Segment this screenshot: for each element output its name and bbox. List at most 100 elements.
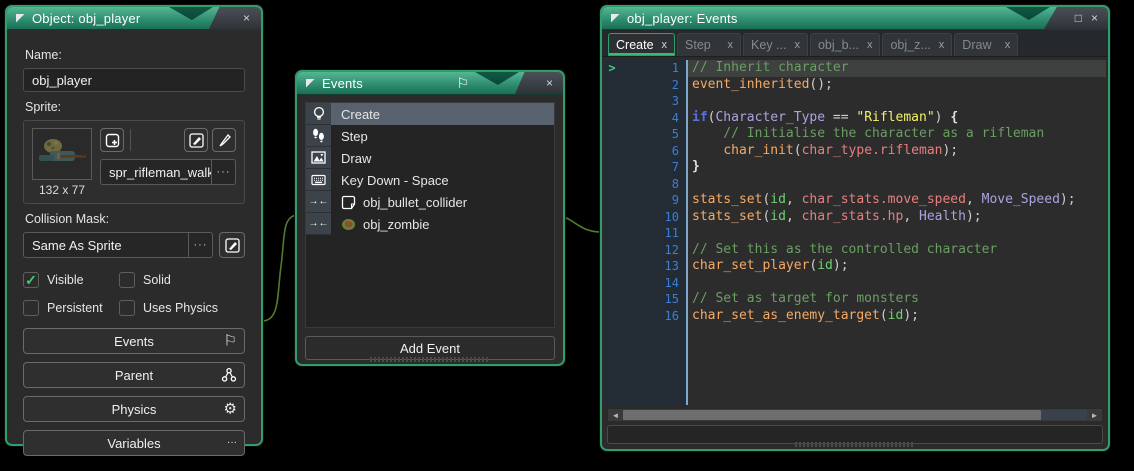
gutter-line[interactable]: 6 [604, 143, 686, 160]
code-line-4[interactable]: if(Character_Type == "Rifleman") { [688, 110, 1106, 127]
checkbox-box[interactable] [119, 272, 135, 288]
keyboard-icon [306, 169, 331, 191]
tab-step[interactable]: Step x [677, 33, 742, 56]
checkbox-box[interactable] [23, 300, 39, 316]
gutter-line[interactable]: 14 [604, 275, 686, 292]
gutter-line[interactable]: 15 [604, 291, 686, 308]
footsteps-icon [306, 125, 331, 147]
code-line-1[interactable]: // Inherit character [688, 60, 1106, 77]
gutter-line[interactable]: 13 [604, 258, 686, 275]
gutter-line[interactable]: 9 [604, 192, 686, 209]
open-image-editor-button[interactable] [212, 128, 236, 152]
maximize-icon[interactable]: □ [1075, 12, 1082, 24]
event-label-area: obj_zombie [331, 213, 554, 235]
checkbox-visible[interactable]: ✓ Visible [23, 272, 119, 288]
code-line-5[interactable]: // Initialise the character as a riflema… [688, 126, 1106, 143]
gutter-line[interactable]: 10 [604, 209, 686, 226]
tab-close-icon[interactable]: x [1005, 39, 1011, 51]
checkbox-box[interactable]: ✓ [23, 272, 39, 288]
code-window-titlebar[interactable]: obj_player: Events □ × [602, 7, 1108, 30]
collapse-triangle-icon[interactable] [306, 78, 315, 88]
event-item-obj-bullet-collider[interactable]: →← obj_bullet_collider [306, 191, 554, 213]
code-line-11[interactable] [688, 225, 1106, 242]
code-line-2[interactable]: event_inherited(); [688, 77, 1106, 94]
events-window-titlebar[interactable]: Events ⚐ × [297, 72, 563, 95]
tab-obj-b-[interactable]: obj_b... x [809, 33, 881, 56]
code-line-8[interactable] [688, 176, 1106, 193]
gutter-line[interactable]: 7 [604, 159, 686, 176]
gutter-line[interactable]: 2 [604, 77, 686, 94]
event-item-step[interactable]: Step [306, 125, 554, 147]
object-window-titlebar[interactable]: Object: obj_player × [7, 7, 261, 30]
tab-obj-z-[interactable]: obj_z... x [882, 33, 953, 56]
resize-grip[interactable] [795, 442, 915, 447]
events-button[interactable]: Events ⚐ [23, 328, 245, 354]
resize-grip[interactable] [370, 357, 490, 362]
tab-close-icon[interactable]: x [867, 39, 873, 51]
tab-close-icon[interactable]: x [662, 39, 668, 51]
code-token: ); [942, 142, 959, 158]
code-line-16[interactable]: char_set_as_enemy_target(id); [688, 308, 1106, 325]
collision-mask-picker-button[interactable]: ··· [188, 233, 212, 257]
scroll-left-icon[interactable]: ◄ [608, 409, 623, 421]
button-label: Physics [111, 401, 157, 417]
code-line-15[interactable]: // Set as target for monsters [688, 291, 1106, 308]
code-line-14[interactable] [688, 275, 1106, 292]
sprite-picker-button[interactable]: ··· [211, 160, 235, 184]
collapse-triangle-icon[interactable] [611, 13, 620, 23]
checkbox-persistent[interactable]: Persistent [23, 300, 119, 316]
tab-key-[interactable]: Key ... x [743, 33, 808, 56]
physics-button[interactable]: Physics ⚙ [23, 396, 245, 422]
event-label-area: Step [331, 125, 554, 147]
close-icon[interactable]: × [546, 77, 553, 89]
new-sprite-button[interactable] [100, 128, 124, 152]
checkbox-box[interactable] [119, 300, 135, 316]
gutter-line[interactable]: 12 [604, 242, 686, 259]
scrollbar-track-remainder[interactable] [1041, 410, 1087, 420]
close-icon[interactable]: × [1091, 12, 1098, 24]
code-editor[interactable]: >1 2 3 4 5 6 7 8 9 10 11 12 13 14 15 16 // Inherit char… [604, 60, 1106, 405]
gutter-line[interactable]: >1 [604, 60, 686, 77]
gutter-line[interactable]: 16 [604, 308, 686, 325]
gutter-line[interactable]: 8 [604, 176, 686, 193]
event-item-obj-zombie[interactable]: →← obj_zombie [306, 213, 554, 235]
collision-mask-dropdown[interactable]: Same As Sprite ··· [23, 232, 213, 258]
code-line-10[interactable]: stats_set(id, char_stats.hp, Health); [688, 209, 1106, 226]
checkbox-solid[interactable]: Solid [119, 272, 245, 288]
collision-mask-edit-button[interactable] [219, 232, 245, 258]
event-item-create[interactable]: Create [306, 103, 554, 125]
gutter-line[interactable]: 4 [604, 110, 686, 127]
event-item-draw[interactable]: Draw [306, 147, 554, 169]
collapse-triangle-icon[interactable] [16, 13, 25, 23]
tab-draw[interactable]: Draw x [954, 33, 1019, 56]
event-label-area: Create [331, 103, 554, 125]
close-icon[interactable]: × [243, 12, 250, 24]
horizontal-scrollbar[interactable]: ◄ ► [607, 408, 1103, 422]
code-line-6[interactable]: char_init(char_type.rifleman); [688, 143, 1106, 160]
code-line-7[interactable]: } [688, 159, 1106, 176]
scroll-right-icon[interactable]: ► [1087, 409, 1102, 421]
sprite-name-field[interactable]: spr_rifleman_walk ··· [100, 159, 236, 185]
tab-close-icon[interactable]: x [939, 39, 945, 51]
code-line-3[interactable] [688, 93, 1106, 110]
tab-close-icon[interactable]: x [728, 39, 734, 51]
event-item-key-down-space[interactable]: Key Down - Space [306, 169, 554, 191]
tab-close-icon[interactable]: x [794, 39, 800, 51]
gutter-line[interactable]: 11 [604, 225, 686, 242]
parent-button[interactable]: Parent [23, 362, 245, 388]
code-line-13[interactable]: char_set_player(id); [688, 258, 1106, 275]
code-line-12[interactable]: // Set this as the controlled character [688, 242, 1106, 259]
flag-icon: ⚐ [456, 75, 469, 91]
scrollbar-thumb[interactable] [623, 410, 1041, 420]
gutter-line[interactable]: 3 [604, 93, 686, 110]
sprite-thumbnail[interactable] [32, 128, 92, 180]
gutter-line[interactable]: 5 [604, 126, 686, 143]
code-text-area[interactable]: // Inherit character event_inherited();if… [688, 60, 1106, 405]
current-line-marker: > [608, 61, 616, 76]
code-line-9[interactable]: stats_set(id, char_stats.move_speed, Mov… [688, 192, 1106, 209]
edit-sprite-button[interactable] [184, 128, 208, 152]
object-name-input[interactable]: obj_player [23, 68, 245, 92]
variables-button[interactable]: Variables ··· [23, 430, 245, 456]
checkbox-uses-physics[interactable]: Uses Physics [119, 300, 245, 316]
tab-create[interactable]: Create x [608, 33, 676, 56]
